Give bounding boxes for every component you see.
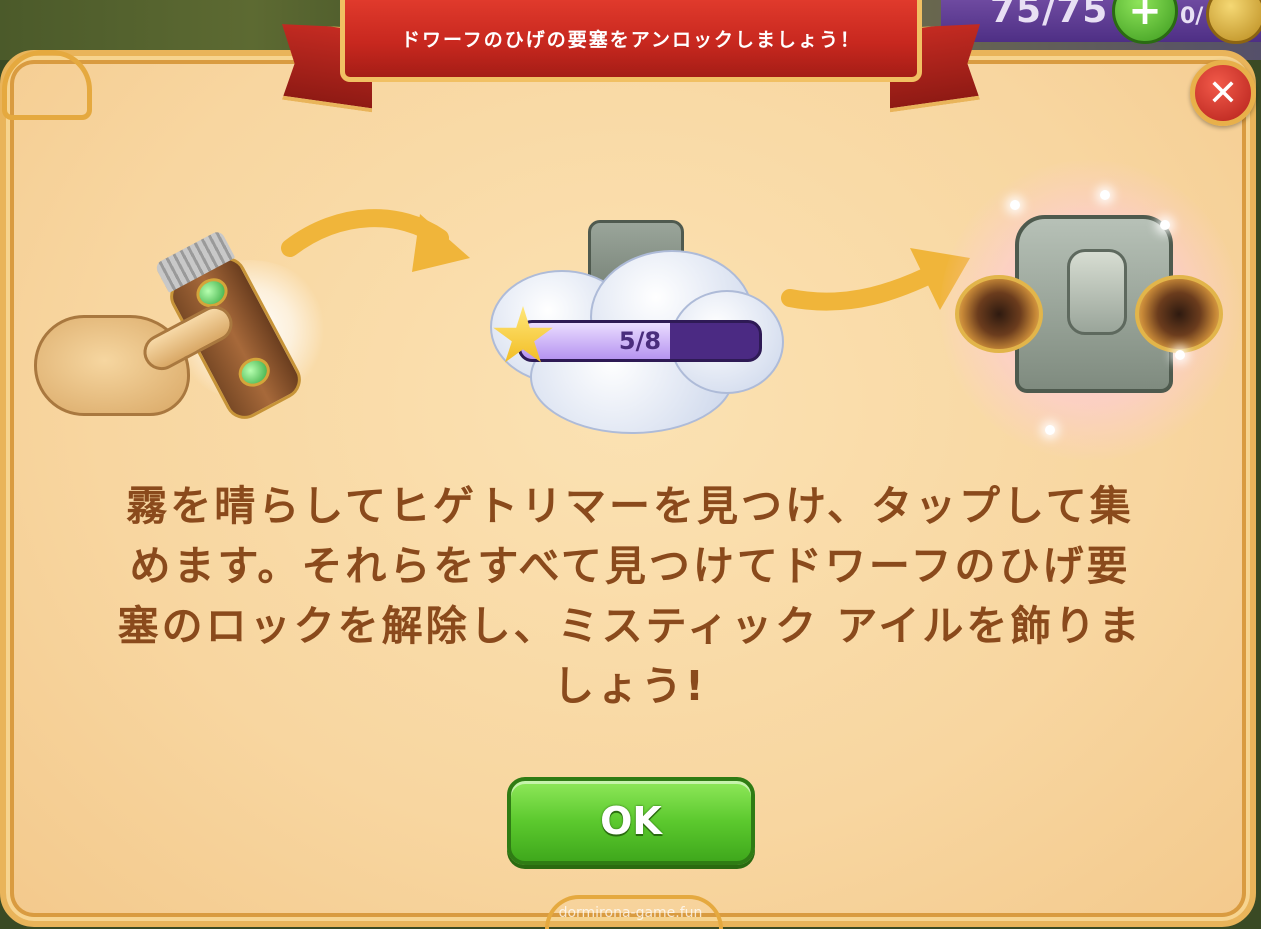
- progress-label: 5/8: [618, 327, 662, 355]
- corner-ornament: [2, 50, 92, 120]
- description-line: しょう!: [553, 662, 707, 710]
- collection-progress-bar: 5/8: [518, 320, 762, 362]
- dialog-description: 霧を晴らしてヒゲトリマーを見つけ、タップして集 めます。それらをすべて見つけてド…: [70, 476, 1190, 716]
- horn-right: [1135, 275, 1223, 353]
- sparkle: [1045, 425, 1055, 435]
- ok-button-label: OK: [600, 799, 662, 843]
- gem-icon: [233, 352, 275, 393]
- description-line: 霧を晴らしてヒゲトリマーを見つけ、タップして集: [126, 482, 1134, 530]
- energy-counter: 75/75: [990, 0, 1109, 31]
- title-ribbon: ドワーフのひげの要塞をアンロックしましょう！: [340, 0, 922, 82]
- close-button[interactable]: ✕: [1190, 60, 1256, 126]
- dialog-title: ドワーフのひげの要塞をアンロックしましょう！: [400, 29, 862, 51]
- unlocked-fortress-illustration: [940, 160, 1240, 460]
- dwarf-face-statue: [1067, 249, 1127, 335]
- fog-cloud-illustration: 5/8: [470, 210, 790, 440]
- secondary-counter: 0/: [1180, 4, 1204, 29]
- horn-left: [955, 275, 1043, 353]
- arrow-right-icon: [281, 209, 470, 272]
- sparkle: [1010, 200, 1020, 210]
- watermark: dormirona-game.fun: [558, 905, 703, 921]
- ok-button[interactable]: OK: [507, 777, 755, 865]
- sparkle: [1160, 220, 1170, 230]
- sparkle: [1175, 350, 1185, 360]
- sparkle: [1100, 190, 1110, 200]
- description-line: 塞のロックを解除し、ミスティック アイルを飾りま: [117, 602, 1143, 650]
- description-line: めます。それらをすべて見つけてドワーフのひげ要: [129, 542, 1131, 590]
- close-icon: ✕: [1207, 72, 1239, 114]
